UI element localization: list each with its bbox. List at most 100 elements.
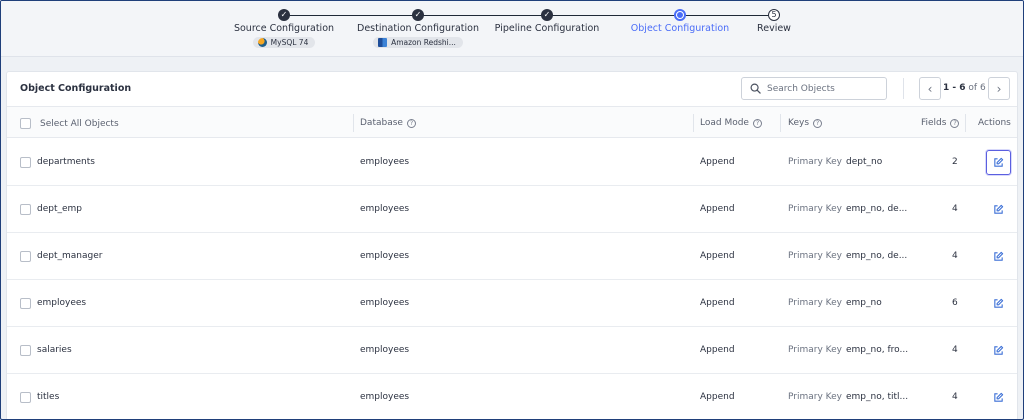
object-name: departments [37, 157, 95, 167]
search-icon [750, 83, 761, 94]
load-mode-cell: Append [700, 392, 735, 402]
database-cell: employees [360, 204, 410, 214]
table-row[interactable]: dept_emp employees Append Primary Key em… [7, 186, 1017, 233]
check-icon: ✓ [278, 9, 290, 21]
key-type-label: Primary Key [788, 204, 842, 214]
pagination-info: 1 - 6 of 6 [943, 83, 986, 93]
column-divider [353, 114, 354, 132]
load-mode-cell: Append [700, 157, 735, 167]
actions-header-label: Actions [978, 118, 1011, 128]
row-checkbox[interactable] [20, 298, 31, 309]
load-mode-cell: Append [700, 204, 735, 214]
database-cell: employees [360, 392, 410, 402]
select-all-checkbox[interactable] [20, 118, 31, 129]
table-header: Select All Objects Database ? Load Mode … [7, 106, 1017, 138]
fields-cell: 4 [952, 345, 958, 355]
pagination-total: of 6 [968, 83, 986, 93]
edit-button[interactable] [986, 244, 1011, 269]
actions-header: Actions [978, 118, 1011, 128]
row-checkbox[interactable] [20, 204, 31, 215]
object-name: employees [37, 298, 87, 308]
database-cell: employees [360, 298, 410, 308]
search-box[interactable] [741, 77, 887, 100]
keys-header: Keys ? [788, 118, 823, 128]
fields-header-label: Fields [921, 118, 947, 128]
step-pipeline-configuration[interactable]: ✓ Pipeline Configuration [482, 1, 612, 34]
object-name: titles [37, 392, 60, 402]
next-page-button[interactable]: › [988, 77, 1010, 100]
edit-icon [994, 298, 1004, 308]
edit-icon [994, 345, 1004, 355]
row-checkbox[interactable] [20, 392, 31, 403]
fields-cell: 4 [952, 251, 958, 261]
row-checkbox[interactable] [20, 345, 31, 356]
step-review[interactable]: 5 Review [709, 1, 839, 34]
table-row[interactable]: salaries employees Append Primary Key em… [7, 327, 1017, 374]
step-label: Source Configuration [233, 23, 335, 34]
database-cell: employees [360, 157, 410, 167]
help-icon[interactable]: ? [406, 118, 416, 128]
load-mode-cell: Append [700, 345, 735, 355]
step-label: Review [757, 23, 791, 34]
chevron-right-icon: › [996, 81, 1002, 96]
key-type-label: Primary Key [788, 157, 842, 167]
edit-icon [994, 204, 1004, 214]
select-all-header[interactable]: Select All Objects [20, 118, 119, 129]
edit-button[interactable] [986, 338, 1011, 363]
fields-cell: 6 [952, 298, 958, 308]
destination-chip-label: Amazon Redshi... [391, 38, 456, 47]
database-cell: employees [360, 251, 410, 261]
key-type-label: Primary Key [788, 345, 842, 355]
page-title: Object Configuration [20, 83, 132, 94]
header-divider [903, 78, 904, 99]
key-type-label: Primary Key [788, 298, 842, 308]
step-label: Pipeline Configuration [494, 23, 600, 34]
edit-button[interactable] [986, 150, 1011, 175]
database-header: Database ? [360, 118, 416, 128]
table-row[interactable]: dept_manager employees Append Primary Ke… [7, 233, 1017, 280]
previous-page-button[interactable]: ‹ [919, 77, 941, 100]
edit-button[interactable] [986, 197, 1011, 222]
step-number-icon: 5 [768, 9, 780, 21]
keys-header-label: Keys [788, 118, 810, 128]
edit-button[interactable] [986, 385, 1011, 410]
load-mode-cell: Append [700, 251, 735, 261]
search-input[interactable] [767, 83, 877, 94]
key-type-label: Primary Key [788, 251, 842, 261]
edit-icon [994, 392, 1004, 402]
select-all-label: Select All Objects [40, 118, 119, 129]
source-chip-label: MySQL 74 [270, 38, 309, 47]
card-header: Object Configuration ‹ 1 - 6 of 6 › [7, 72, 1017, 106]
keys-cell: emp_no [846, 298, 882, 308]
object-configuration-card: Object Configuration ‹ 1 - 6 of 6 › [6, 71, 1018, 419]
fields-cell: 4 [952, 204, 958, 214]
table-row[interactable]: titles employees Append Primary Key emp_… [7, 374, 1017, 419]
pagination-range: 1 - 6 [943, 83, 966, 93]
row-checkbox[interactable] [20, 251, 31, 262]
step-source-configuration[interactable]: ✓ Source Configuration MySQL 74 [219, 1, 349, 50]
load-mode-header-label: Load Mode [700, 118, 749, 128]
keys-cell: emp_no, de... [846, 204, 908, 214]
key-type-label: Primary Key [788, 392, 842, 402]
help-icon[interactable]: ? [950, 118, 960, 128]
step-label: Destination Configuration [357, 23, 479, 34]
edit-button[interactable] [986, 291, 1011, 316]
load-mode-cell: Append [700, 298, 735, 308]
help-icon[interactable]: ? [752, 118, 762, 128]
fields-cell: 2 [952, 157, 958, 167]
check-icon: ✓ [541, 9, 553, 21]
step-destination-configuration[interactable]: ✓ Destination Configuration Amazon Redsh… [353, 1, 483, 50]
object-name: dept_manager [37, 251, 103, 261]
edit-icon [994, 157, 1004, 167]
source-chip: MySQL 74 [252, 37, 316, 48]
table-row[interactable]: employees employees Append Primary Key e… [7, 280, 1017, 327]
keys-cell: dept_no [846, 157, 883, 167]
table-row[interactable]: departments employees Append Primary Key… [7, 139, 1017, 186]
database-header-label: Database [360, 118, 403, 128]
row-checkbox[interactable] [20, 157, 31, 168]
object-name: dept_emp [37, 204, 83, 214]
progress-stepper: ✓ Source Configuration MySQL 74 ✓ Destin… [1, 1, 1023, 57]
column-divider [693, 114, 694, 132]
help-icon[interactable]: ? [813, 118, 823, 128]
app-frame: ✓ Source Configuration MySQL 74 ✓ Destin… [0, 0, 1024, 420]
